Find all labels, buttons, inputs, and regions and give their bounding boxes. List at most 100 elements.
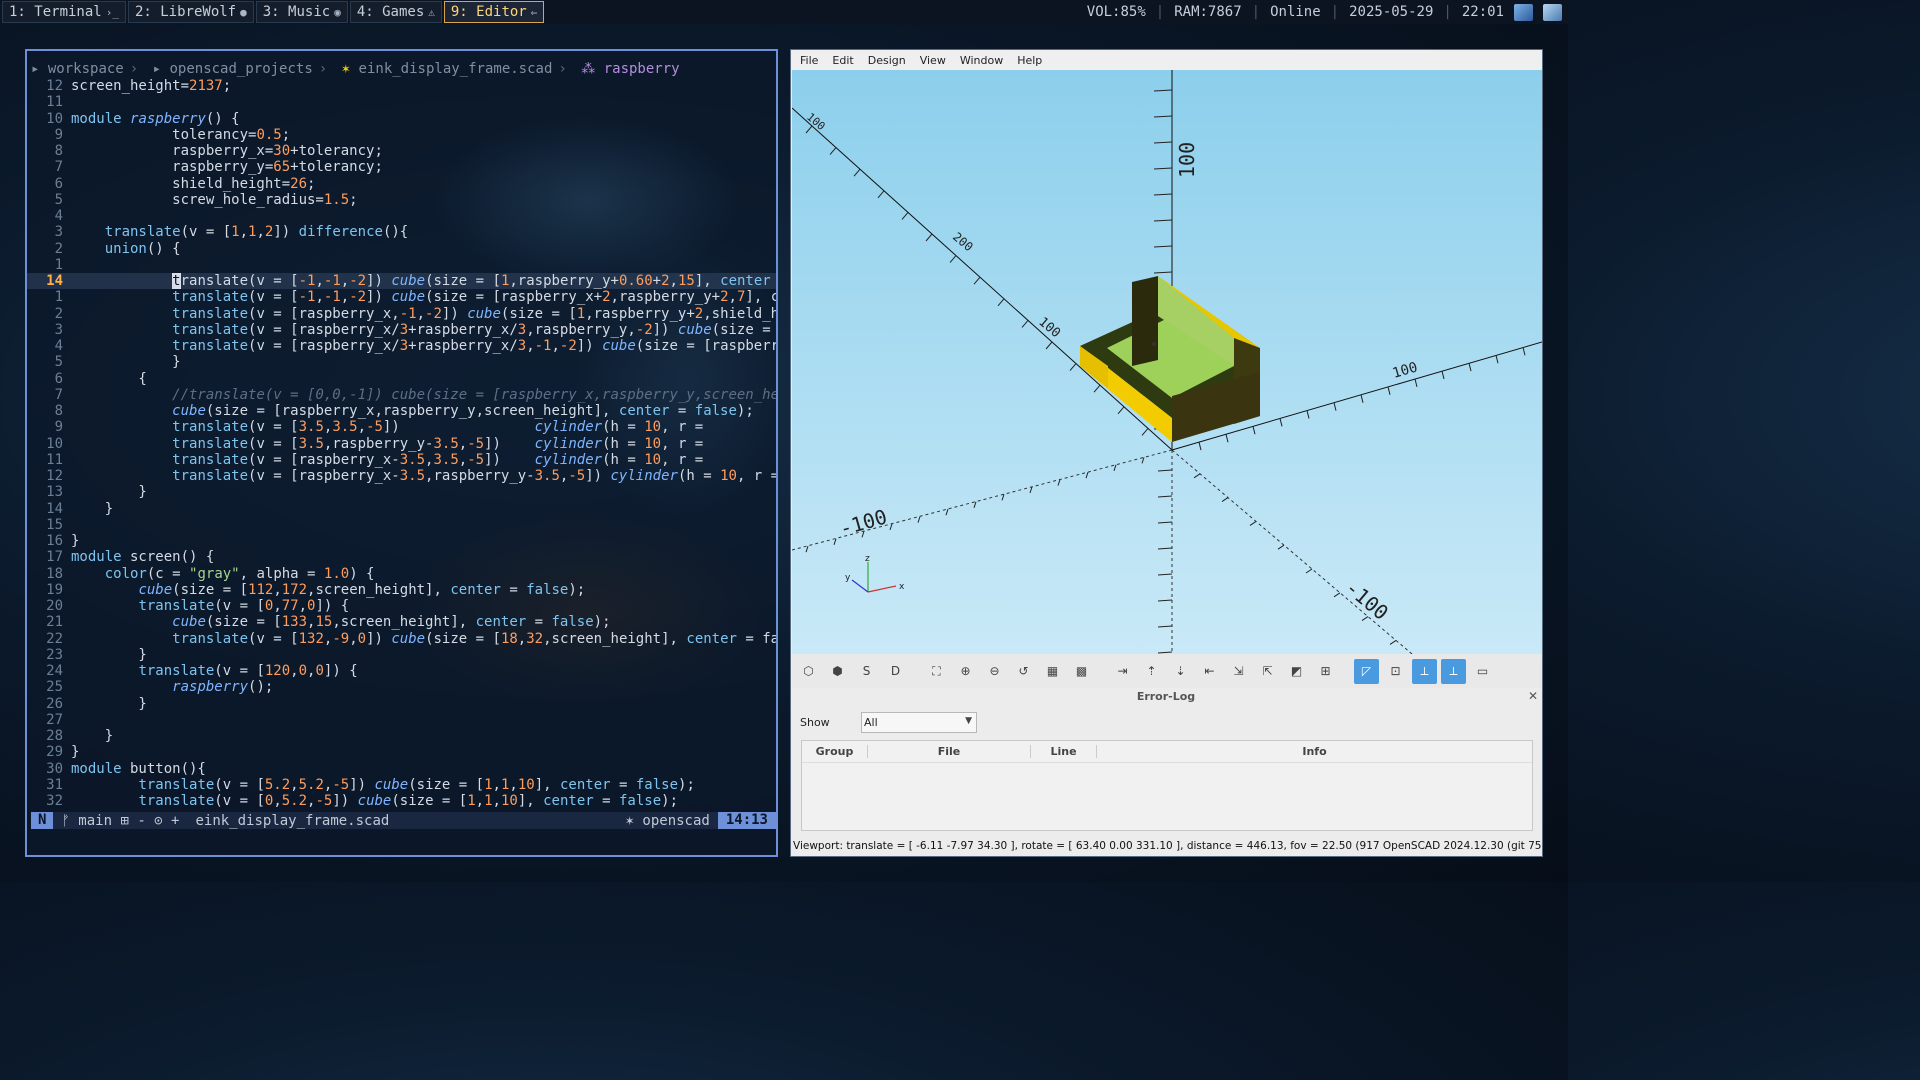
workspace-5[interactable]: 9: Editor ⇐ <box>443 1 545 23</box>
code-line[interactable]: 13 } <box>27 484 776 500</box>
viewport-canvas[interactable]: 100 200 100 100 -100 -100 100 z x y <box>792 70 1542 654</box>
code-line[interactable]: 23 } <box>27 647 776 663</box>
code-line[interactable]: 28 } <box>27 728 776 744</box>
menu-view[interactable]: View <box>913 54 953 67</box>
tray-network-icon[interactable] <box>1543 3 1562 21</box>
code-line[interactable]: 1 <box>27 257 776 273</box>
code-line[interactable]: 11 <box>27 94 776 110</box>
code-line[interactable]: 7 raspberry_y=65+tolerancy; <box>27 159 776 175</box>
show-filter-select[interactable]: All ▼ <box>861 712 977 733</box>
perspective-icon[interactable]: ◸ <box>1354 658 1379 684</box>
workspace-3[interactable]: 3: Music ◉ <box>255 1 348 23</box>
render-icon[interactable]: ⬢ <box>825 659 850 684</box>
view-surfaces-icon[interactable]: ▦ <box>1040 659 1065 684</box>
zoom-in-icon[interactable]: ⊕ <box>953 659 978 684</box>
view-diagonal-icon[interactable]: ◩ <box>1284 659 1309 684</box>
code-text: translate(v = [3.5,raspberry_y-3.5,-5]) … <box>172 435 704 452</box>
code-line[interactable]: 31 translate(v = [5.2,5.2,-5]) cube(size… <box>27 777 776 793</box>
column-file[interactable]: File <box>868 745 1031 758</box>
code-line[interactable]: 4 <box>27 208 776 224</box>
code-line[interactable]: 8 raspberry_x=30+tolerancy; <box>27 143 776 159</box>
code-line[interactable]: 5 } <box>27 354 776 370</box>
zoom-out-icon[interactable]: ⊖ <box>982 659 1007 684</box>
view-front-icon[interactable]: ⇲ <box>1226 659 1251 684</box>
code-line[interactable]: 29} <box>27 744 776 760</box>
code-line[interactable]: 5 screw_hole_radius=1.5; <box>27 192 776 208</box>
code-line[interactable]: 10 module raspberry() { <box>27 111 776 127</box>
view-all-icon[interactable]: ⛶ <box>924 659 949 684</box>
code-line[interactable]: 2 union() { <box>27 241 776 257</box>
code-line[interactable]: 3 translate(v = [1,1,2]) difference(){ <box>27 224 776 240</box>
code-line[interactable]: 11 translate(v = [raspberry_x-3.5,3.5,-5… <box>27 452 776 468</box>
show-scale-icon[interactable]: ⟂ <box>1441 658 1466 684</box>
code-line[interactable]: 2 translate(v = [raspberry_x,-1,-2]) cub… <box>27 306 776 322</box>
workspace-2[interactable]: 2: LibreWolf ● <box>127 1 254 23</box>
workspace-1[interactable]: 1: Terminal ›_ <box>2 1 126 23</box>
code-line[interactable]: 4 translate(v = [raspberry_x/3+raspberry… <box>27 338 776 354</box>
export-dxf-icon[interactable]: D <box>883 659 908 684</box>
view-right-icon[interactable]: ⇥ <box>1110 659 1135 684</box>
code-line[interactable]: 10 translate(v = [3.5,raspberry_y-3.5,-5… <box>27 436 776 452</box>
code-line[interactable]: 24 translate(v = [120,0,0]) { <box>27 663 776 679</box>
reset-view-icon[interactable]: ↺ <box>1011 659 1036 684</box>
line-number: 30 <box>46 760 63 777</box>
volume-indicator[interactable]: VOL:85% <box>1087 4 1146 20</box>
export-stl-icon[interactable]: S <box>854 659 879 684</box>
code-line[interactable]: 22 translate(v = [132,-9,0]) cube(size =… <box>27 631 776 647</box>
network-indicator[interactable]: Online <box>1270 4 1321 20</box>
code-line[interactable]: 7 //translate(v = [0,0,-1]) cube(size = … <box>27 387 776 403</box>
code-line[interactable]: 14 } <box>27 501 776 517</box>
code-line[interactable]: 12 screen_height=2137; <box>27 78 776 94</box>
view-center-icon[interactable]: ⊞ <box>1313 659 1338 684</box>
view-back-icon[interactable]: ⇱ <box>1255 659 1280 684</box>
menu-edit[interactable]: Edit <box>825 54 860 67</box>
code-line[interactable]: 16} <box>27 533 776 549</box>
menu-help[interactable]: Help <box>1010 54 1049 67</box>
breadcrumb-folder[interactable]: openscad_projects <box>169 61 312 77</box>
code-line[interactable]: 1 translate(v = [-1,-1,-2]) cube(size = … <box>27 289 776 305</box>
code-line[interactable]: 3 translate(v = [raspberry_x/3+raspberry… <box>27 322 776 338</box>
code-line[interactable]: 9 tolerancy=0.5; <box>27 127 776 143</box>
code-line[interactable]: 12 translate(v = [raspberry_x-3.5,raspbe… <box>27 468 776 484</box>
code-line[interactable]: 25 raspberry(); <box>27 679 776 695</box>
3d-viewport[interactable]: 100 200 100 100 -100 -100 100 z x y <box>792 70 1542 654</box>
preview-icon[interactable]: ⬡ <box>796 659 821 684</box>
column-line[interactable]: Line <box>1031 745 1097 758</box>
code-line[interactable]: 14 translate(v = [-1,-1,-2]) cube(size =… <box>27 273 776 290</box>
menu-design[interactable]: Design <box>861 54 913 67</box>
show-edges-icon[interactable]: ▭ <box>1470 659 1495 684</box>
view-wireframe-icon[interactable]: ▩ <box>1069 659 1094 684</box>
view-bottom-icon[interactable]: ⇣ <box>1168 659 1193 684</box>
close-icon[interactable]: ✕ <box>1528 689 1538 703</box>
menu-file[interactable]: File <box>793 54 825 67</box>
code-line[interactable]: 32 translate(v = [0,5.2,-5]) cube(size =… <box>27 793 776 809</box>
breadcrumb-file[interactable]: eink_display_frame.scad <box>359 61 553 77</box>
view-top-icon[interactable]: ⇡ <box>1139 659 1164 684</box>
code-area[interactable]: 12 screen_height=2137; 11 10 module raspberr… <box>27 78 776 809</box>
column-info[interactable]: Info <box>1097 745 1532 758</box>
workspace-4[interactable]: 4: Games ⚠ <box>349 1 442 23</box>
code-line[interactable]: 8 cube(size = [raspberry_x,raspberry_y,s… <box>27 403 776 419</box>
code-line[interactable]: 21 cube(size = [133,15,screen_height], c… <box>27 614 776 630</box>
ram-indicator: RAM:7867 <box>1174 4 1242 20</box>
code-line[interactable]: 6 { <box>27 371 776 387</box>
breadcrumb-module[interactable]: raspberry <box>604 61 680 77</box>
orthogonal-icon[interactable]: ⊡ <box>1383 659 1408 684</box>
menu-window[interactable]: Window <box>953 54 1010 67</box>
code-line[interactable]: 26 } <box>27 696 776 712</box>
code-line[interactable]: 17 module screen() { <box>27 549 776 565</box>
breadcrumb-workspace[interactable]: workspace <box>48 61 124 77</box>
code-line[interactable]: 9 translate(v = [3.5,3.5,-5]) cylinder(h… <box>27 419 776 435</box>
code-line[interactable]: 6 shield_height=26; <box>27 176 776 192</box>
code-line[interactable]: 30 module button(){ <box>27 761 776 777</box>
show-axes-icon[interactable]: ⟂ <box>1412 658 1437 684</box>
code-line[interactable]: 19 cube(size = [112,172,screen_height], … <box>27 582 776 598</box>
code-line[interactable]: 27 <box>27 712 776 728</box>
view-left-icon[interactable]: ⇤ <box>1197 659 1222 684</box>
code-line[interactable]: 20 translate(v = [0,77,0]) { <box>27 598 776 614</box>
tray-app-icon[interactable] <box>1514 3 1533 21</box>
code-line[interactable]: 15 <box>27 517 776 533</box>
errorlog-table[interactable]: Group File Line Info <box>801 740 1533 831</box>
code-line[interactable]: 18 color(c = "gray", alpha = 1.0) { <box>27 566 776 582</box>
column-group[interactable]: Group <box>802 745 868 758</box>
